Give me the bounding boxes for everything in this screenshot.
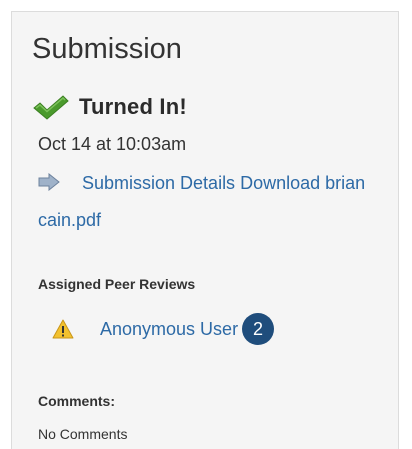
submission-links: Submission Details Download brian cain.p… xyxy=(38,165,388,239)
submission-status: Turned In! xyxy=(32,92,187,122)
comments-text: No Comments xyxy=(38,426,128,442)
peer-review-item: Anonymous User 2 xyxy=(52,313,275,345)
comments-heading: Comments: xyxy=(38,393,116,409)
warning-icon xyxy=(52,319,74,339)
submission-details-link[interactable]: Submission Details xyxy=(82,173,235,193)
arrow-right-icon xyxy=(38,167,60,192)
peer-reviews-heading: Assigned Peer Reviews xyxy=(38,276,196,292)
status-label: Turned In! xyxy=(79,94,187,119)
submission-timestamp: Oct 14 at 10:03am xyxy=(38,134,187,154)
green-check-icon xyxy=(32,94,70,120)
submission-title: Submission xyxy=(32,33,182,65)
peer-review-count-badge: 2 xyxy=(242,313,275,345)
anonymous-user-link[interactable]: Anonymous User xyxy=(100,319,238,340)
submission-panel: Submission Turned In! Oct 14 at 10:03am … xyxy=(11,11,399,449)
